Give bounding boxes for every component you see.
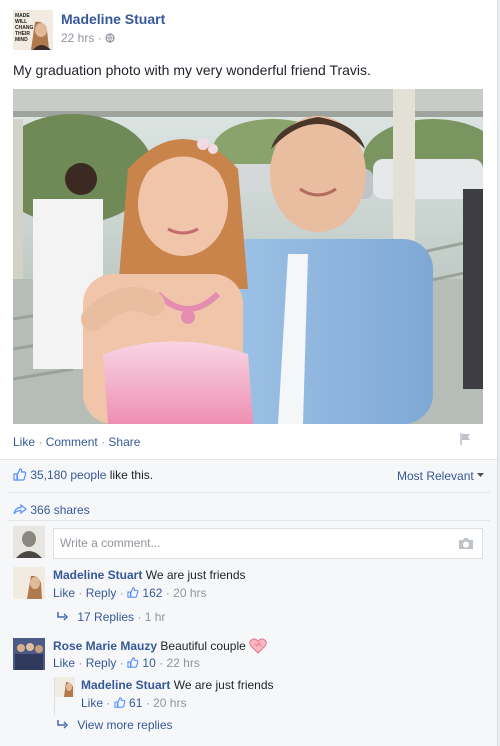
divider bbox=[0, 459, 497, 460]
likes-summary: 35,180 people like this. bbox=[13, 468, 153, 482]
comment-1-meta: Like · Reply · 162 · 20 hrs bbox=[53, 586, 207, 600]
commenter-avatar[interactable] bbox=[13, 567, 45, 599]
reply-1: Madeline Stuart We are just friends bbox=[81, 678, 274, 692]
comment-link[interactable]: Comment bbox=[46, 435, 98, 449]
author-avatar[interactable]: MADE WILL CHANG THEIR MIND bbox=[13, 10, 53, 50]
heart-emoji-icon bbox=[249, 638, 267, 654]
group-photo-icon bbox=[13, 638, 45, 670]
replies-count-link: 17 Replies bbox=[77, 610, 135, 624]
avatar-portrait-icon bbox=[55, 677, 75, 697]
divider bbox=[8, 492, 490, 493]
reply-1-meta: Like · 61 · 20 hrs bbox=[81, 696, 187, 710]
reply-arrow-icon bbox=[57, 720, 69, 729]
post-actions: Like · Comment · Share bbox=[13, 435, 141, 449]
chevron-down-icon bbox=[477, 473, 485, 477]
comment-input[interactable] bbox=[54, 529, 440, 556]
replies-time: 1 hr bbox=[144, 610, 166, 624]
comment-text: Beautiful couple bbox=[160, 639, 246, 653]
post-timestamp[interactable]: 22 hrs bbox=[61, 31, 94, 45]
comment-likes-count[interactable]: 162 bbox=[142, 586, 162, 600]
comment-author[interactable]: Madeline Stuart bbox=[53, 568, 142, 582]
post-card: MADE WILL CHANG THEIR MIND Madeline Stua… bbox=[0, 0, 498, 746]
share-arrow-icon bbox=[13, 503, 27, 515]
comment-reply-link[interactable]: Reply bbox=[86, 586, 117, 600]
like-link[interactable]: Like bbox=[13, 435, 35, 449]
reply-author-avatar[interactable] bbox=[55, 677, 75, 697]
current-user-avatar bbox=[13, 526, 45, 558]
view-more-replies-link: View more replies bbox=[77, 718, 173, 732]
thumbs-up-icon bbox=[127, 587, 139, 598]
shares-count: 366 shares bbox=[30, 503, 90, 517]
comment-time[interactable]: 20 hrs bbox=[173, 586, 206, 600]
comment-like-link[interactable]: Like bbox=[53, 586, 75, 600]
replies-toggle[interactable]: 17 Replies · 1 hr bbox=[57, 610, 165, 624]
sort-label: Most Relevant bbox=[397, 469, 474, 483]
sort-dropdown[interactable]: Most Relevant bbox=[397, 469, 485, 483]
reply-like-link[interactable]: Like bbox=[81, 696, 103, 710]
globe-icon[interactable] bbox=[105, 33, 115, 43]
comment-time[interactable]: 22 hrs bbox=[166, 656, 199, 670]
shares-summary[interactable]: 366 shares bbox=[13, 503, 90, 517]
comment-1: Madeline Stuart We are just friends bbox=[53, 568, 246, 582]
reply-time[interactable]: 20 hrs bbox=[153, 696, 186, 710]
commenter-avatar[interactable] bbox=[13, 638, 45, 670]
likes-suffix: like this. bbox=[106, 468, 154, 482]
comment-text: We are just friends bbox=[145, 568, 246, 582]
post-meta: 22 hrs · bbox=[61, 31, 115, 45]
reply-arrow-icon bbox=[57, 612, 69, 621]
comment-likes-count[interactable]: 10 bbox=[142, 656, 155, 670]
thumbs-up-icon bbox=[13, 468, 27, 481]
comment-like-link[interactable]: Like bbox=[53, 656, 75, 670]
avatar-portrait-icon bbox=[13, 567, 45, 599]
flag-icon[interactable] bbox=[459, 432, 473, 446]
comment-2-meta: Like · Reply · 10 · 22 hrs bbox=[53, 656, 200, 670]
reply-author[interactable]: Madeline Stuart bbox=[81, 678, 170, 692]
comment-reply-link[interactable]: Reply bbox=[86, 656, 117, 670]
reply-text: We are just friends bbox=[173, 678, 274, 692]
comment-author[interactable]: Rose Marie Mauzy bbox=[53, 639, 157, 653]
share-link[interactable]: Share bbox=[108, 435, 140, 449]
post-text: My graduation photo with my very wonderf… bbox=[13, 62, 371, 78]
user-portrait-icon bbox=[13, 526, 45, 558]
reply-likes-count[interactable]: 61 bbox=[129, 696, 142, 710]
camera-icon[interactable] bbox=[458, 537, 474, 550]
graduation-photo-image bbox=[13, 89, 483, 424]
comment-input-box bbox=[53, 528, 483, 559]
thumbs-up-icon bbox=[114, 697, 125, 708]
likes-count-link[interactable]: 35,180 people bbox=[30, 468, 106, 482]
post-photo[interactable] bbox=[13, 89, 483, 424]
divider bbox=[8, 520, 490, 521]
thumbs-up-icon bbox=[127, 657, 139, 668]
post-author-name[interactable]: Madeline Stuart bbox=[61, 11, 165, 27]
view-more-replies[interactable]: View more replies bbox=[57, 718, 173, 732]
comment-2: Rose Marie Mauzy Beautiful couple bbox=[53, 638, 267, 654]
